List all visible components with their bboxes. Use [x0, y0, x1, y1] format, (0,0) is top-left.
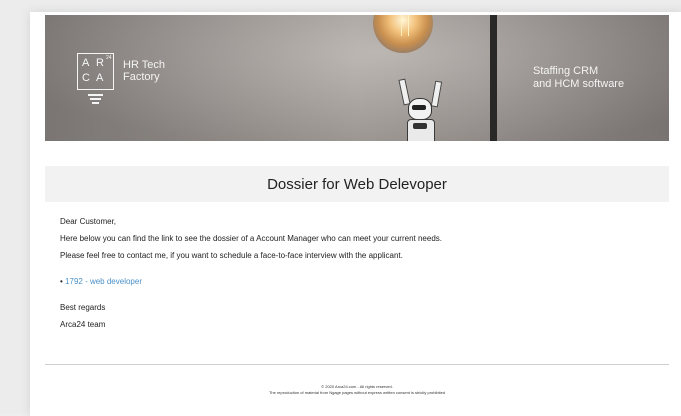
- greeting: Dear Customer,: [60, 217, 117, 226]
- tagline-line1: Staffing CRM: [533, 65, 599, 77]
- bulb-filament: [401, 15, 409, 36]
- logo-superscript: 24: [106, 55, 112, 61]
- footer-notice: The reproduction of material from Ngage …: [268, 390, 446, 395]
- logo-text-line2: Factory: [123, 71, 160, 83]
- logo-text-line1: HR Tech: [123, 59, 165, 71]
- bullet: •: [60, 277, 63, 286]
- logo-letter: R: [96, 57, 105, 69]
- logo-base-line: [88, 94, 103, 96]
- email-sheet: A R 24 C A HR Tech Factory Staffing CRM …: [30, 12, 681, 416]
- logo-base-line: [90, 98, 101, 100]
- header-banner: A R 24 C A HR Tech Factory Staffing CRM …: [45, 15, 669, 141]
- banner-tagline: Staffing CRM and HCM software: [533, 65, 624, 91]
- trooper-chest: [413, 123, 427, 129]
- footer: © 2020 Arca24.com - All rights reserved.…: [45, 384, 669, 396]
- body-line-1: Here below you can find the link to see …: [60, 234, 442, 243]
- email-page: A R 24 C A HR Tech Factory Staffing CRM …: [0, 0, 681, 416]
- title-bar: Dossier for Web Delevoper: [45, 166, 669, 202]
- email-body: Dear Customer, Here below you can find t…: [60, 216, 660, 330]
- tagline-line2: and HCM software: [533, 78, 625, 90]
- logo-text: HR Tech Factory: [123, 59, 165, 83]
- logo-letter: A: [96, 72, 105, 84]
- footer-divider: [45, 364, 669, 365]
- logo-letter: A: [82, 57, 91, 69]
- closing: Best regards: [60, 303, 106, 312]
- body-line-2: Please feel free to contact me, if you w…: [60, 251, 403, 260]
- dossier-link[interactable]: 1792 - web developer: [65, 277, 142, 286]
- logo-base-line: [92, 102, 99, 104]
- trooper-visor: [412, 105, 426, 110]
- signature: Arca24 team: [60, 320, 106, 329]
- email-title: Dossier for Web Delevoper: [267, 175, 447, 193]
- logo-letter: C: [82, 72, 91, 84]
- dossier-link-item: • 1792 - web developer: [60, 276, 660, 287]
- lamp-pole: [490, 15, 497, 141]
